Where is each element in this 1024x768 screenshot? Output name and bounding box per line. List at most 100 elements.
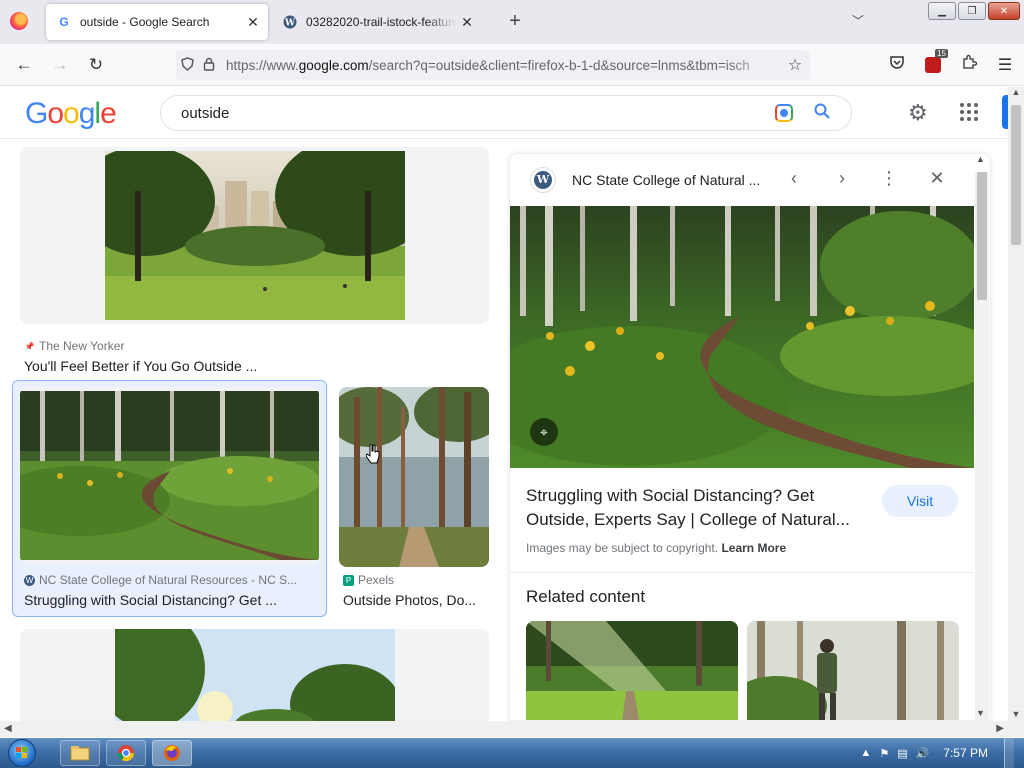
result-thumbnail[interactable] xyxy=(339,387,489,567)
site-favicon: W xyxy=(530,167,556,193)
show-desktop-button[interactable] xyxy=(1004,738,1014,768)
visual-search-icon[interactable]: ⌖ xyxy=(530,418,558,446)
tab-title: outside - Google Search xyxy=(80,15,210,29)
divider xyxy=(510,572,974,573)
address-bar[interactable]: https://www.google.com/search?q=outside&… xyxy=(176,50,810,80)
image-results: 📌 The New Yorker You'll Feel Better if Y… xyxy=(0,139,500,721)
park-image xyxy=(105,151,405,320)
list-all-tabs-icon[interactable]: ﹀ xyxy=(852,12,864,29)
firefox-menu-icon[interactable] xyxy=(10,12,28,30)
tab-google-search[interactable]: G outside - Google Search ✕ xyxy=(46,4,268,40)
panel-scroll-down-icon[interactable]: ▼ xyxy=(976,708,985,718)
tab-strip: G outside - Google Search ✕ W 03282020-t… xyxy=(0,0,1024,44)
result-source[interactable]: 📌 The New Yorker xyxy=(24,339,484,353)
search-box xyxy=(160,95,852,131)
volume-icon[interactable]: 🔊 xyxy=(916,747,930,760)
windows-logo-icon xyxy=(16,747,27,758)
mouse-cursor-icon xyxy=(366,444,380,464)
google-apps-icon[interactable] xyxy=(960,103,978,121)
extension-badge: 15 xyxy=(935,48,948,58)
google-favicon-icon: G xyxy=(59,15,69,29)
image-result[interactable] xyxy=(20,629,489,721)
forest-path-image xyxy=(339,387,489,567)
image-result[interactable]: 📌 The New Yorker You'll Feel Better if Y… xyxy=(20,147,489,374)
extensions-puzzle-icon[interactable] xyxy=(958,54,980,75)
back-icon[interactable]: ← xyxy=(12,54,36,76)
toolbar-right: 15 ☰ xyxy=(886,48,1016,75)
window-close-icon[interactable]: ✕ xyxy=(988,2,1020,20)
trail-image xyxy=(20,391,319,560)
search-icon[interactable] xyxy=(813,103,831,124)
result-thumbnail[interactable] xyxy=(20,629,489,721)
wordpress-icon: W xyxy=(534,171,552,189)
google-logo[interactable]: Google xyxy=(25,97,117,131)
reload-icon[interactable]: ↻ xyxy=(84,54,108,76)
folder-icon xyxy=(70,746,90,761)
minimize-icon[interactable]: ▁ xyxy=(928,2,956,20)
image-result[interactable]: P Pexels Outside Photos, Do... xyxy=(339,387,489,612)
navigation-toolbar: ← → ↻ https://www.google.com/search?q=ou… xyxy=(0,44,1024,86)
pocket-icon[interactable] xyxy=(886,55,908,75)
more-options-icon[interactable]: ⋮ xyxy=(877,168,901,189)
scroll-right-icon[interactable]: ▶ xyxy=(996,723,1004,734)
result-thumbnail[interactable] xyxy=(20,387,319,564)
panel-site-name[interactable]: NC State College of Natural ... xyxy=(572,172,760,188)
result-source[interactable]: W NC State College of Natural Resources … xyxy=(24,573,320,587)
page-horizontal-scrollbar[interactable]: ◀ ▶ xyxy=(0,721,1024,737)
next-chevron-icon[interactable]: › xyxy=(830,168,854,189)
forward-icon[interactable]: → xyxy=(48,54,72,76)
preview-title[interactable]: Struggling with Social Distancing? Get O… xyxy=(526,484,871,532)
page-vertical-scrollbar[interactable]: ▲ ▼ xyxy=(1008,87,1024,721)
hamburger-menu-icon[interactable]: ☰ xyxy=(994,55,1016,75)
ublock-extension-icon[interactable]: 15 xyxy=(922,48,948,73)
related-image[interactable] xyxy=(526,621,738,721)
copyright-notice: Images may be subject to copyright. Lear… xyxy=(526,541,787,555)
previous-chevron-icon[interactable]: ‹ xyxy=(782,168,806,189)
taskbar-explorer[interactable] xyxy=(60,740,100,766)
tab-title: 03282020-trail-istock-featured.jpg xyxy=(306,15,456,29)
result-source[interactable]: P Pexels xyxy=(343,573,489,587)
tree-sky-image xyxy=(115,629,395,721)
maximize-icon[interactable]: ❐ xyxy=(958,2,986,20)
network-icon[interactable]: ▤ xyxy=(897,747,907,760)
wordpress-icon: W xyxy=(24,574,35,586)
tracking-shield-icon[interactable] xyxy=(176,56,198,74)
tab-trail-image[interactable]: W 03282020-trail-istock-featured.jpg ✕ xyxy=(272,4,482,40)
close-tab-icon[interactable]: ✕ xyxy=(456,14,478,31)
taskbar-firefox[interactable] xyxy=(152,740,192,766)
related-content-heading: Related content xyxy=(526,587,646,606)
close-tab-icon[interactable]: ✕ xyxy=(242,14,264,31)
panel-scroll-thumb[interactable] xyxy=(977,172,987,300)
start-button[interactable] xyxy=(8,739,36,767)
settings-gear-icon[interactable]: ⚙ xyxy=(908,100,928,126)
preview-image[interactable] xyxy=(510,206,974,468)
new-tab-icon[interactable]: + xyxy=(503,10,527,33)
scroll-left-icon[interactable]: ◀ xyxy=(4,723,12,734)
svg-text:W: W xyxy=(284,19,296,29)
system-clock[interactable]: 7:57 PM xyxy=(943,746,988,760)
learn-more-link[interactable]: Learn More xyxy=(721,541,786,555)
panel-scroll-up-icon[interactable]: ▲ xyxy=(976,154,985,164)
panel-scrollbar[interactable] xyxy=(975,172,989,720)
scroll-down-icon[interactable]: ▼ xyxy=(1008,709,1024,719)
result-title[interactable]: Struggling with Social Distancing? Get .… xyxy=(24,592,320,608)
url-text[interactable]: https://www.google.com/search?q=outside&… xyxy=(226,58,780,73)
lock-icon[interactable] xyxy=(198,57,220,74)
result-thumbnail[interactable] xyxy=(20,147,489,324)
google-lens-icon[interactable] xyxy=(775,104,793,122)
related-image[interactable] xyxy=(747,621,959,721)
windows-taskbar: ▲ ⚑ ▤ 🔊 7:57 PM xyxy=(0,738,1024,768)
show-hidden-icons[interactable]: ▲ xyxy=(860,747,871,759)
bookmark-star-icon[interactable]: ☆ xyxy=(780,55,810,75)
scroll-up-icon[interactable]: ▲ xyxy=(1008,87,1024,97)
visit-button[interactable]: Visit xyxy=(882,485,958,517)
result-title[interactable]: Outside Photos, Do... xyxy=(343,592,489,608)
google-header: Google ⚙ xyxy=(0,87,1008,139)
wordpress-favicon-icon: W xyxy=(282,14,298,30)
result-title[interactable]: You'll Feel Better if You Go Outside ... xyxy=(24,358,484,374)
taskbar-chrome[interactable] xyxy=(106,740,146,766)
page-scroll-thumb[interactable] xyxy=(1011,105,1021,245)
close-panel-icon[interactable]: ✕ xyxy=(925,168,949,189)
action-center-flag-icon[interactable]: ⚑ xyxy=(879,747,889,760)
search-input[interactable] xyxy=(181,104,775,122)
